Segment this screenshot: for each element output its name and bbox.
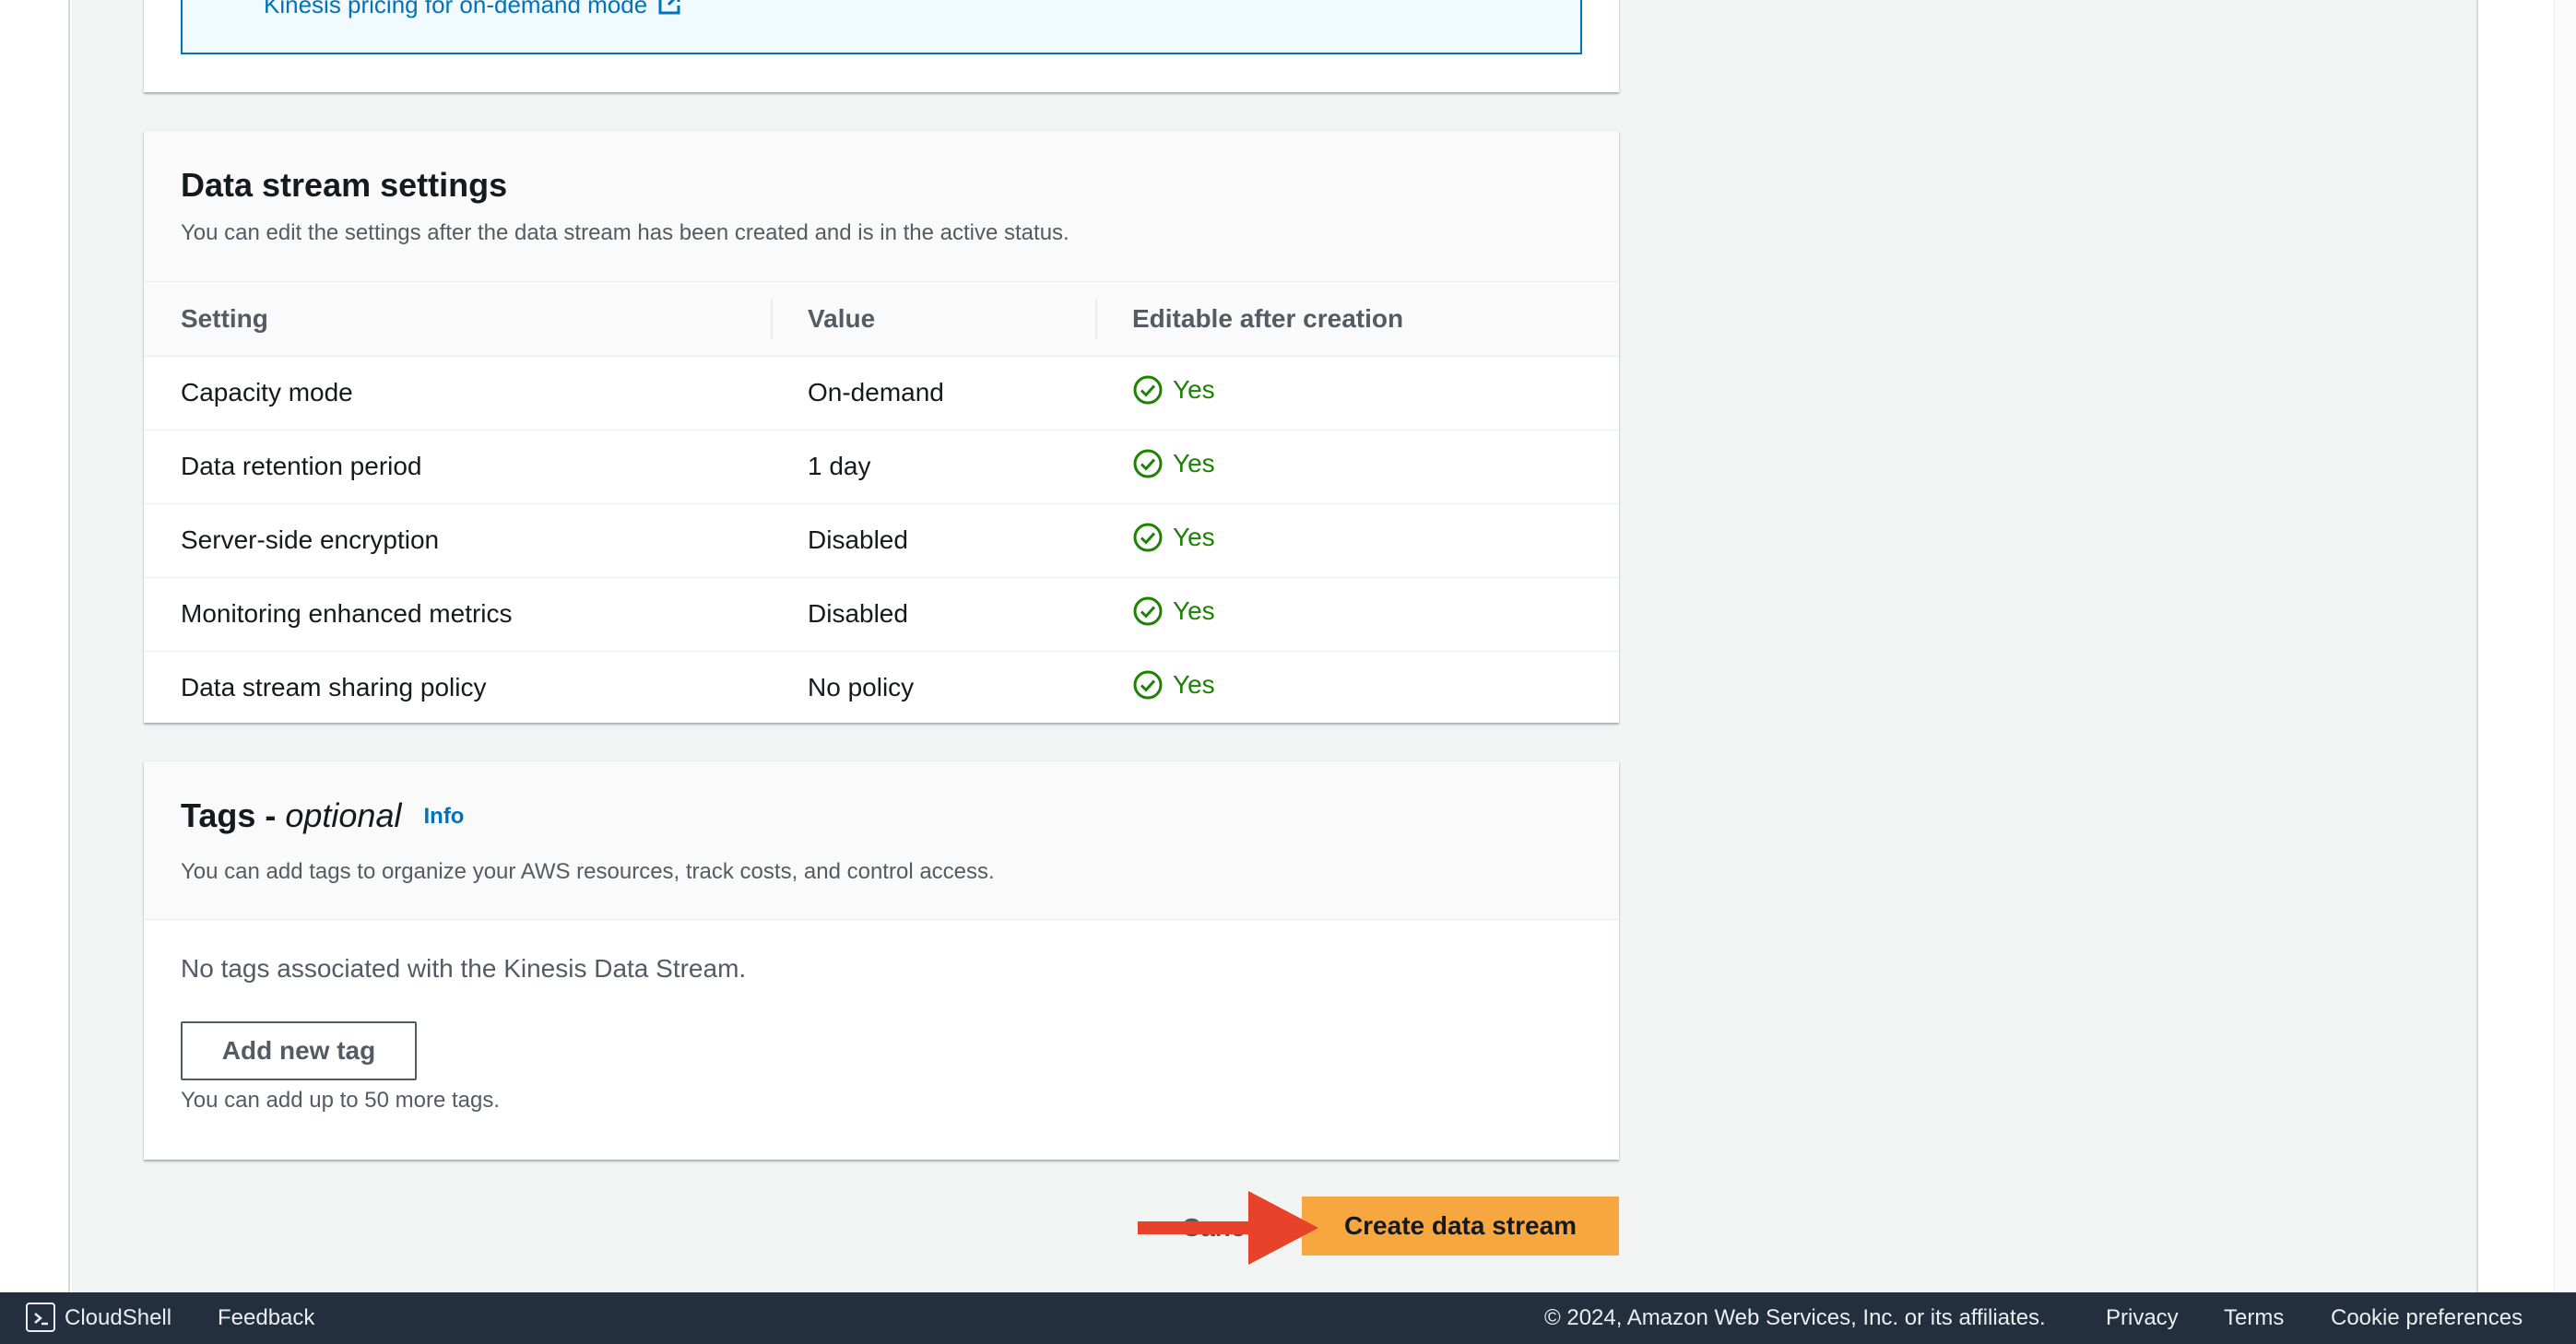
check-circle-icon (1133, 375, 1163, 404)
table-row: Data retention period 1 day Yes (144, 430, 1619, 504)
tags-info-link[interactable]: Info (423, 804, 464, 829)
check-circle-icon (1133, 596, 1163, 625)
editable-label: Yes (1173, 669, 1215, 699)
terminal-icon (26, 1303, 55, 1332)
cloudshell-label: CloudShell (65, 1305, 172, 1330)
editable-status: Yes (1132, 522, 1215, 553)
tags-panel: Tags - optional Info You can add tags to… (144, 761, 1619, 1160)
editable-status: Yes (1132, 669, 1215, 701)
settings-table: Setting Value Editable after creation Ca… (144, 282, 1619, 725)
setting-value: Disabled (771, 577, 1095, 652)
settings-title: Data stream settings (181, 166, 508, 204)
check-circle-icon (1133, 670, 1163, 700)
tags-body: No tags associated with the Kinesis Data… (144, 920, 1619, 1147)
add-new-tag-button[interactable]: Add new tag (181, 1021, 417, 1080)
console-footer: CloudShell Feedback © 2024, Amazon Web S… (0, 1292, 2576, 1344)
setting-value: No policy (808, 673, 915, 702)
cloudshell-button[interactable]: CloudShell (26, 1292, 171, 1344)
tags-title-optional: optional (285, 796, 402, 834)
setting-name: Monitoring enhanced metrics (144, 577, 771, 652)
setting-name: Data retention period (144, 430, 771, 504)
tags-limit-hint: You can add up to 50 more tags. (181, 1088, 501, 1113)
check-circle-icon (1133, 449, 1163, 477)
setting-name: Data stream sharing policy (181, 673, 487, 702)
editable-label: Yes (1173, 448, 1215, 477)
cookie-preferences-link[interactable]: Cookie preferences (2331, 1292, 2523, 1344)
tags-description: You can add tags to organize your AWS re… (181, 859, 995, 884)
table-header-row: Setting Value Editable after creation (144, 282, 1619, 357)
tags-title: Tags - optional Info (181, 795, 1582, 838)
editable-label: Yes (1173, 595, 1215, 625)
table-row: Monitoring enhanced metrics Disabled Yes (144, 577, 1619, 652)
setting-value: 1 day (771, 430, 1095, 504)
setting-value: On-demand (771, 356, 1095, 430)
column-header-setting: Setting (144, 282, 771, 357)
table-row: Data stream sharing policy No policy Yes (144, 651, 1619, 725)
pricing-link-label: Kinesis pricing for on-demand mode (264, 0, 648, 18)
feedback-link[interactable]: Feedback (218, 1292, 314, 1344)
column-header-editable: Editable after creation (1095, 282, 1619, 357)
tags-empty-message: No tags associated with the Kinesis Data… (181, 954, 747, 983)
annotation-arrow-icon (1138, 1191, 1318, 1265)
column-header-value: Value (771, 282, 1095, 357)
privacy-link[interactable]: Privacy (2106, 1292, 2179, 1344)
check-circle-icon (1133, 523, 1163, 551)
external-link-icon (656, 0, 682, 17)
editable-label: Yes (1173, 522, 1215, 551)
copyright-text: © 2024, Amazon Web Services, Inc. or its… (1544, 1305, 2046, 1330)
terms-link[interactable]: Terms (2224, 1292, 2284, 1344)
capacity-mode-container: Kinesis pricing for on-demand mode (144, 0, 1619, 92)
data-stream-settings-panel: Data stream settings You can edit the se… (144, 131, 1619, 723)
setting-name: Server-side encryption (144, 503, 771, 578)
pricing-link[interactable]: Kinesis pricing for on-demand mode (264, 0, 682, 19)
left-gutter (0, 0, 70, 1292)
editable-status: Yes (1132, 448, 1215, 479)
scrollbar[interactable] (2554, 0, 2576, 1292)
setting-value: Disabled (771, 503, 1095, 578)
settings-header: Data stream settings You can edit the se… (144, 131, 1619, 282)
table-row: Server-side encryption Disabled Yes (144, 503, 1619, 578)
tags-title-text: Tags - (181, 796, 277, 834)
pricing-info-box: Kinesis pricing for on-demand mode (181, 0, 1582, 54)
editable-status: Yes (1132, 595, 1215, 627)
setting-name: Capacity mode (144, 356, 771, 430)
settings-description: You can edit the settings after the data… (181, 220, 1069, 245)
create-data-stream-button[interactable]: Create data stream (1302, 1197, 1619, 1256)
tags-header: Tags - optional Info You can add tags to… (144, 761, 1619, 920)
table-row: Capacity mode On-demand Yes (144, 356, 1619, 430)
editable-status: Yes (1132, 374, 1215, 406)
editable-label: Yes (1173, 374, 1215, 404)
